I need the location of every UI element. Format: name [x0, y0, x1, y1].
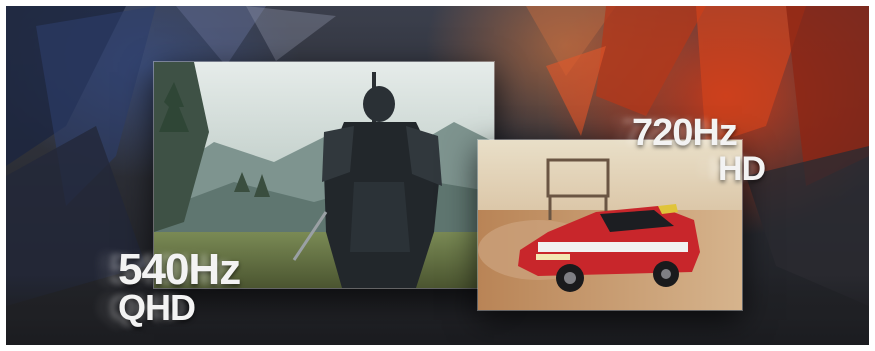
left-resolution-label: QHD [118, 287, 196, 328]
monitor-promo-banner: 540Hz QHD 720Hz HD [6, 6, 869, 345]
rally-car-scene-image [478, 140, 742, 310]
racing-game-screen [478, 140, 742, 310]
right-refresh-rate-label: 720Hz [632, 112, 738, 154]
right-resolution-label: HD [718, 150, 766, 188]
left-refresh-rate-label: 540Hz [118, 245, 241, 294]
